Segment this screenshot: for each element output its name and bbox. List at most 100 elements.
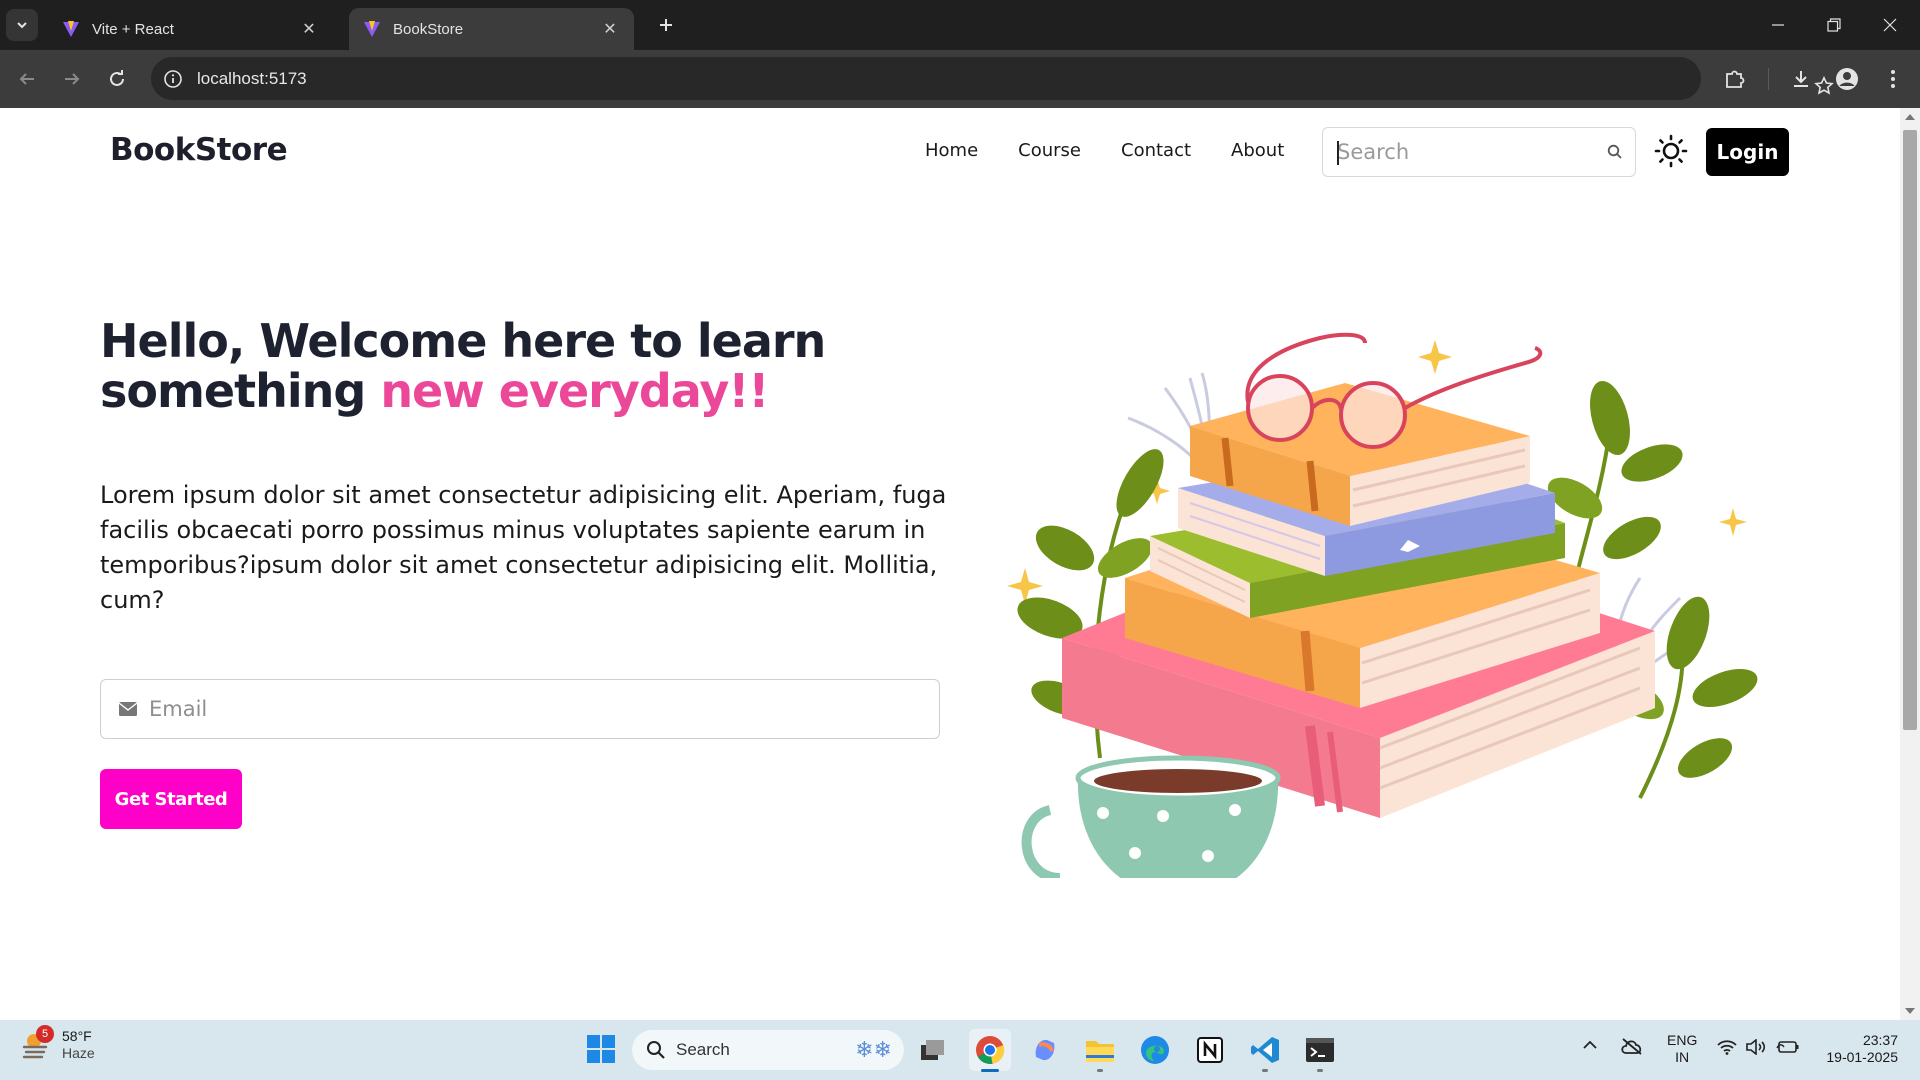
site-info-icon[interactable]	[163, 69, 183, 89]
search-icon	[647, 1041, 665, 1059]
terminal-icon	[1306, 1038, 1334, 1062]
get-started-button[interactable]: Get Started	[100, 769, 242, 829]
hero-title-line2: something	[100, 364, 381, 418]
browser-titlebar: Vite + React ✕ BookStore ✕	[0, 0, 1920, 50]
minimize-button[interactable]	[1750, 0, 1806, 50]
start-button[interactable]	[582, 1030, 620, 1068]
chrome-app[interactable]	[969, 1029, 1011, 1072]
minimize-icon	[1772, 24, 1784, 26]
weather-condition: Haze	[62, 1045, 95, 1061]
scroll-down-icon[interactable]	[1904, 1006, 1916, 1016]
vscode-app[interactable]	[1244, 1029, 1286, 1072]
nav-home[interactable]: Home	[905, 140, 998, 161]
language-indicator[interactable]: ENG IN	[1667, 1032, 1697, 1066]
system-clock[interactable]: 23:37 19-01-2025	[1816, 1032, 1898, 1066]
books-illustration	[1007, 332, 1758, 878]
profile-icon	[1836, 68, 1858, 90]
cloud-off-icon	[1621, 1038, 1642, 1055]
extensions-button[interactable]	[1720, 64, 1750, 94]
nav-contact[interactable]: Contact	[1101, 140, 1211, 161]
page-viewport: BookStore Home Course Contact About Logi…	[0, 108, 1900, 1020]
search-icon[interactable]	[1607, 144, 1623, 160]
close-icon	[1883, 18, 1897, 32]
tab-title: Vite + React	[92, 20, 174, 38]
nav-about[interactable]: About	[1211, 140, 1304, 161]
wifi-icon[interactable]	[1717, 1039, 1737, 1055]
scroll-thumb[interactable]	[1903, 130, 1917, 730]
file-explorer-app[interactable]	[1079, 1029, 1121, 1072]
chrome-icon	[976, 1036, 1005, 1065]
star-icon	[1814, 76, 1834, 95]
new-tab-button[interactable]	[651, 10, 681, 40]
email-field	[100, 679, 940, 739]
login-button[interactable]: Login	[1706, 128, 1789, 176]
restore-icon	[1827, 18, 1841, 32]
close-icon[interactable]: ✕	[299, 19, 319, 39]
close-window-button[interactable]	[1862, 0, 1918, 50]
hero-title-line1: Hello, Welcome here to learn	[100, 314, 826, 368]
battery-icon[interactable]	[1776, 1039, 1800, 1055]
open-indicator	[1262, 1069, 1268, 1072]
plus-icon	[660, 19, 672, 31]
address-bar[interactable]: localhost:5173	[151, 57, 1834, 100]
coffee-cup-icon	[1021, 755, 1281, 878]
puzzle-icon	[1726, 70, 1745, 88]
tab-bookstore[interactable]: BookStore ✕	[349, 8, 634, 50]
mail-icon	[119, 702, 137, 716]
weather-widget[interactable]: 5 58°F Haze	[20, 1025, 95, 1062]
chevron-up-icon	[1583, 1040, 1597, 1049]
haze-icon: 5	[20, 1025, 54, 1061]
search-input[interactable]	[1337, 140, 1607, 164]
terminal-app[interactable]	[1299, 1029, 1341, 1072]
main-nav: Home Course Contact About	[905, 140, 1304, 161]
taskbar-search[interactable]: Search ❄❄	[632, 1030, 904, 1070]
menu-button[interactable]	[1878, 64, 1908, 94]
copilot-icon	[1035, 1039, 1055, 1061]
brand-logo[interactable]: BookStore	[110, 132, 288, 168]
email-input[interactable]	[149, 697, 921, 721]
vite-icon	[364, 21, 380, 37]
downloads-button[interactable]	[1786, 64, 1816, 94]
edge-app[interactable]	[1134, 1029, 1176, 1071]
task-view-icon	[921, 1040, 944, 1060]
weather-temp: 58°F	[62, 1028, 92, 1044]
nav-course[interactable]: Course	[998, 140, 1101, 161]
volume-icon[interactable]	[1746, 1039, 1768, 1055]
tab-vite-react[interactable]: Vite + React ✕	[48, 8, 333, 50]
show-hidden-icons-button[interactable]	[1582, 1040, 1598, 1050]
reload-button[interactable]	[102, 64, 132, 94]
chevron-down-icon	[17, 22, 27, 29]
restore-button[interactable]	[1806, 0, 1862, 50]
windows-taskbar: 5 58°F Haze Search ❄❄ ENG IN 23:37 19-01…	[0, 1020, 1920, 1080]
weather-badge: 5	[36, 1025, 54, 1043]
browser-toolbar: localhost:5173	[0, 50, 1920, 108]
scroll-up-icon[interactable]	[1904, 112, 1916, 122]
download-icon	[1794, 71, 1808, 87]
hero-title: Hello, Welcome here to learn something n…	[100, 316, 860, 416]
forward-button[interactable]	[57, 64, 87, 94]
back-button[interactable]	[12, 64, 42, 94]
language-region: IN	[1675, 1049, 1690, 1065]
clock-time: 23:37	[1862, 1032, 1898, 1048]
tab-search-button[interactable]	[6, 9, 38, 41]
arrow-left-icon	[19, 73, 34, 85]
sun-icon	[1654, 134, 1688, 168]
page-scrollbar[interactable]	[1900, 108, 1920, 1020]
onedrive-status-button[interactable]	[1620, 1037, 1644, 1055]
hero-title-accent: new everyday!!	[380, 364, 769, 418]
task-view-button[interactable]	[912, 1029, 954, 1071]
copilot-app[interactable]	[1024, 1029, 1066, 1071]
edge-icon	[1141, 1036, 1169, 1064]
toolbar-divider	[1768, 68, 1769, 90]
vite-icon	[63, 21, 79, 37]
taskbar-search-label: Search	[676, 1040, 730, 1059]
profile-button[interactable]	[1832, 64, 1862, 94]
notion-app[interactable]	[1189, 1029, 1231, 1071]
url-text[interactable]: localhost:5173	[197, 69, 307, 89]
close-icon[interactable]: ✕	[600, 19, 620, 39]
theme-toggle-button[interactable]	[1653, 133, 1689, 169]
snowflake-icon: ❄❄	[855, 1037, 892, 1062]
clock-date: 19-01-2025	[1826, 1049, 1898, 1065]
active-indicator	[981, 1069, 999, 1072]
tab-title: BookStore	[393, 20, 464, 38]
